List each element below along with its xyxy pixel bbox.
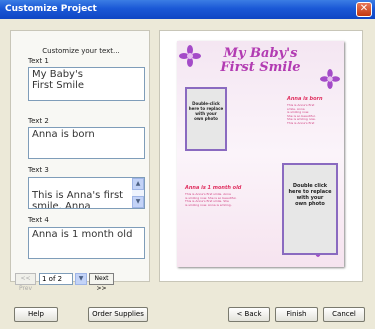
caption-bottom: Anna is 1 month old [185, 185, 242, 191]
photo-hint: Double-click here to replace with your o… [188, 101, 224, 121]
page-navigator: << Prev 1 of 2 ▼ Next >> [15, 273, 140, 292]
page-select[interactable]: 1 of 2 [39, 273, 73, 285]
text4-label: Text 4 [28, 216, 49, 224]
text2-label: Text 2 [28, 117, 49, 125]
next-page-button[interactable]: Next >> [89, 273, 114, 292]
text-panel: Customize your text... Text 1 My Baby's … [10, 30, 150, 282]
text3-label: Text 3 [28, 166, 49, 174]
page-headline: My Baby's First Smile [220, 46, 301, 75]
body-text-top: This is Anna's first smile. Anna is smil… [287, 103, 316, 125]
photo-hint: Double click here to replace with your o… [288, 183, 332, 207]
chevron-down-icon[interactable]: ▼ [75, 273, 87, 285]
photo-placeholder-top[interactable]: Double-click here to replace with your o… [185, 87, 227, 151]
title-bar: Customize Project ✕ [0, 0, 375, 19]
text1-field[interactable]: My Baby's First Smile [28, 67, 145, 101]
text3-scrollbar[interactable]: ▲ ▼ [132, 178, 144, 208]
chevron-up-icon[interactable]: ▲ [132, 178, 144, 190]
caption-top: Anna is born [287, 96, 323, 102]
body-text-bottom: This is Anna's first smile. Anna is smil… [185, 192, 237, 207]
window-title: Customize Project [5, 4, 97, 14]
order-supplies-button[interactable]: Order Supplies [88, 307, 148, 322]
text4-field[interactable]: Anna is 1 month old [28, 227, 145, 259]
close-icon[interactable]: ✕ [356, 2, 372, 17]
text3-field[interactable]: This is Anna's first smile. Anna ▲ ▼ [28, 177, 145, 209]
prev-page-button[interactable]: << Prev [15, 273, 36, 292]
finish-button[interactable]: Finish [275, 307, 318, 322]
photo-placeholder-main[interactable]: Double click here to replace with your o… [282, 163, 338, 255]
text1-label: Text 1 [28, 57, 49, 65]
chevron-down-icon[interactable]: ▼ [132, 196, 144, 208]
back-button[interactable]: < Back [228, 307, 270, 322]
cancel-button[interactable]: Cancel [323, 307, 365, 322]
text2-field[interactable]: Anna is born [28, 127, 145, 159]
preview-pane: My Baby's First Smile Double-click here … [159, 30, 363, 282]
help-button[interactable]: Help [14, 307, 58, 322]
panel-header: Customize your text... [42, 47, 120, 55]
text3-value: This is Anna's first smile. Anna [32, 190, 124, 209]
project-page: My Baby's First Smile Double-click here … [177, 41, 344, 267]
